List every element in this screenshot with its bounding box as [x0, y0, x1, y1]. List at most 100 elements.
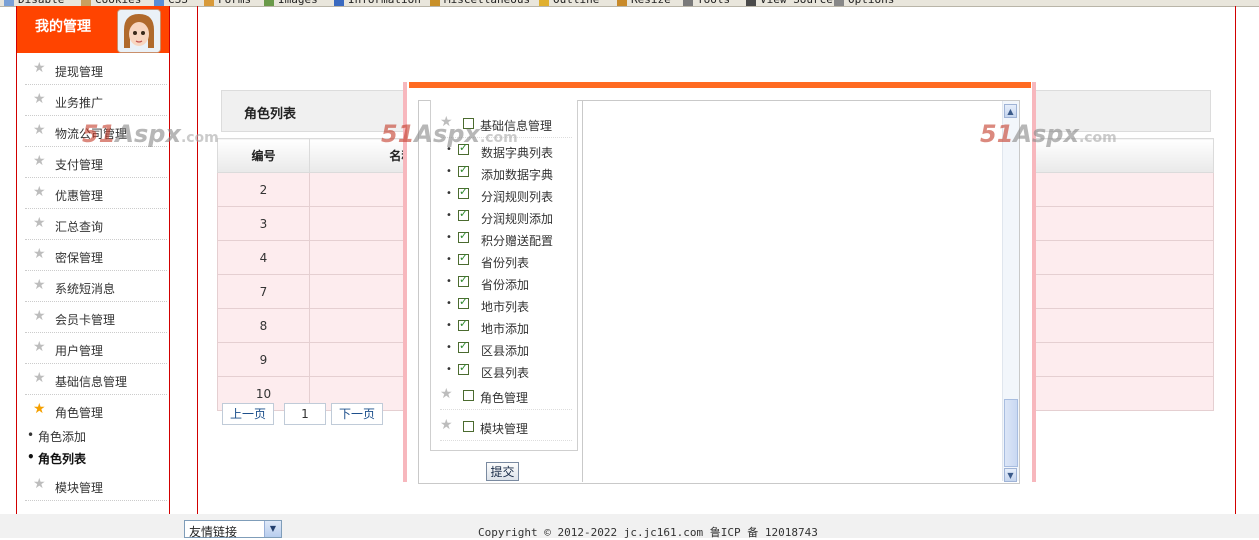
- sidebar-item[interactable]: ★ 支付管理: [25, 147, 167, 178]
- page-title: 角色列表: [244, 107, 297, 122]
- scroll-down-icon[interactable]: ▼: [1004, 468, 1017, 482]
- delete-link[interactable]: 删除: [1004, 308, 1214, 343]
- tree-leaf[interactable]: • 分润规则列表: [446, 184, 572, 206]
- toolbar-icon[interactable]: [746, 0, 756, 6]
- delete-link[interactable]: 删除: [1004, 240, 1214, 275]
- sidebar-item-label: 提现管理: [55, 65, 104, 79]
- toolbar-icon[interactable]: [617, 0, 627, 6]
- checkbox[interactable]: [458, 361, 469, 375]
- toolbar-item[interactable]: Options: [848, 0, 894, 6]
- tree-leaf[interactable]: • 积分赠送配置: [446, 228, 572, 250]
- checkbox[interactable]: [463, 421, 474, 432]
- role-id-cell: 8: [217, 308, 310, 343]
- toolbar-item[interactable]: Forms: [218, 0, 251, 6]
- submit-button[interactable]: 提交: [486, 462, 519, 481]
- sidebar-item-label: 用户管理: [55, 344, 104, 358]
- toolbar-icon[interactable]: [264, 0, 274, 6]
- tree-leaf[interactable]: • 省份添加: [446, 272, 572, 294]
- tree-leaf[interactable]: • 省份列表: [446, 250, 572, 272]
- chevron-down-icon[interactable]: ▼: [264, 521, 281, 537]
- main-left-border: [197, 6, 198, 514]
- sidebar-sub-item[interactable]: 角色添加: [27, 428, 86, 445]
- checkbox[interactable]: [458, 295, 469, 309]
- tree-leaf-label: 分润规则添加: [481, 212, 554, 226]
- tree-leaf[interactable]: • 分润规则添加: [446, 206, 572, 228]
- checkbox[interactable]: [458, 185, 469, 199]
- checkbox[interactable]: [463, 390, 474, 401]
- page-number-input[interactable]: 1: [284, 403, 326, 425]
- toolbar-icon[interactable]: [334, 0, 344, 6]
- checkbox[interactable]: [458, 273, 469, 287]
- delete-link[interactable]: 删除: [1004, 342, 1214, 377]
- sidebar-item[interactable]: ★ 汇总查询: [25, 209, 167, 240]
- sidebar-item[interactable]: ★ 会员卡管理: [25, 302, 167, 333]
- checkbox[interactable]: [458, 251, 469, 265]
- toolbar-icon[interactable]: [834, 0, 844, 6]
- star-icon: ★: [440, 417, 453, 433]
- sidebar-item[interactable]: ★ 基础信息管理: [25, 364, 167, 395]
- scroll-up-icon[interactable]: ▲: [1004, 104, 1017, 118]
- tree-leaf-label: 地市添加: [481, 322, 530, 336]
- toolbar-icon[interactable]: [204, 0, 214, 6]
- tree-leaf[interactable]: • 地市列表: [446, 294, 572, 316]
- tree-leaf[interactable]: • 区县列表: [446, 360, 572, 382]
- tree-leaf-label: 分润规则列表: [481, 190, 554, 204]
- sidebar-item[interactable]: ★ 模块管理: [25, 470, 167, 501]
- sidebar-item[interactable]: ★ 业务推广: [25, 85, 167, 116]
- delete-link[interactable]: 删除: [1004, 274, 1214, 309]
- sidebar-right-border: [169, 6, 170, 514]
- prev-page-button[interactable]: 上一页: [222, 403, 274, 425]
- sidebar-item[interactable]: ★ 优惠管理: [25, 178, 167, 209]
- delete-link[interactable]: 删除: [1004, 376, 1214, 411]
- bullet-icon: •: [446, 210, 452, 221]
- scroll-thumb[interactable]: [1004, 399, 1018, 467]
- checkbox[interactable]: [458, 229, 469, 243]
- toolbar-icon[interactable]: [683, 0, 693, 6]
- sidebar-item-label: 基础信息管理: [55, 375, 128, 389]
- sidebar-item[interactable]: ★ 密保管理: [25, 240, 167, 271]
- next-page-button[interactable]: 下一页: [331, 403, 383, 425]
- sidebar-item-label: 系统短消息: [55, 282, 116, 296]
- role-id-cell: 2: [217, 172, 310, 207]
- bullet-icon: •: [446, 298, 452, 309]
- toolbar-item[interactable]: View Source: [760, 0, 833, 6]
- checkbox[interactable]: [458, 207, 469, 221]
- developer-toolbar: DisableCookiesCSSFormsImagesInformationM…: [0, 0, 1259, 7]
- sidebar-item-label: 业务推广: [55, 96, 104, 110]
- sidebar-item[interactable]: ★ 角色管理: [25, 395, 167, 425]
- tree-leaf-label: 区县添加: [481, 344, 530, 358]
- toolbar-icon[interactable]: [430, 0, 440, 6]
- toolbar-item[interactable]: Information: [348, 0, 421, 6]
- bullet-icon: •: [446, 188, 452, 199]
- sidebar-item-label: 密保管理: [55, 251, 104, 265]
- star-icon: ★: [33, 60, 46, 76]
- delete-link[interactable]: 删除: [1004, 206, 1214, 241]
- toolbar-icon[interactable]: [539, 0, 549, 6]
- sidebar-sub-item[interactable]: 角色列表: [27, 450, 86, 467]
- toolbar-item[interactable]: Images: [278, 0, 318, 6]
- toolbar-item[interactable]: Miscellaneous: [444, 0, 530, 6]
- checkbox[interactable]: [458, 163, 469, 177]
- tree-node[interactable]: ★ 角色管理: [440, 385, 572, 410]
- tree-leaf[interactable]: • 添加数据字典: [446, 162, 572, 184]
- toolbar-item[interactable]: CSS: [168, 0, 188, 6]
- sidebar-item[interactable]: ★ 用户管理: [25, 333, 167, 364]
- column-header-id: 编号: [217, 138, 310, 173]
- sidebar-item-label: 支付管理: [55, 158, 104, 172]
- friend-links-select[interactable]: 友情链接 ▼: [184, 520, 282, 539]
- tree-leaf-label: 添加数据字典: [481, 168, 554, 182]
- checkbox[interactable]: [458, 339, 469, 353]
- tree-node[interactable]: ★ 模块管理: [440, 416, 572, 441]
- sidebar-item[interactable]: ★ 系统短消息: [25, 271, 167, 302]
- toolbar-item[interactable]: Resize: [631, 0, 671, 6]
- tree-leaf[interactable]: • 区县添加: [446, 338, 572, 360]
- bullet-icon: •: [446, 364, 452, 375]
- toolbar-icon[interactable]: [4, 0, 14, 6]
- sidebar-item[interactable]: ★ 提现管理: [25, 54, 167, 85]
- tree-leaf[interactable]: • 地市添加: [446, 316, 572, 338]
- toolbar-item[interactable]: Outline: [553, 0, 599, 6]
- dialog-scrollbar[interactable]: ▲ ▼: [1002, 101, 1019, 482]
- toolbar-item[interactable]: Tools: [697, 0, 730, 6]
- delete-link[interactable]: 删除: [1004, 172, 1214, 207]
- checkbox[interactable]: [458, 317, 469, 331]
